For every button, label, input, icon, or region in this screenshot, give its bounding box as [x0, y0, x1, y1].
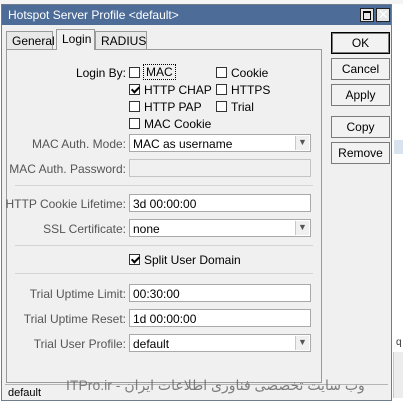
checkbox-trial-label[interactable]: Trial [231, 100, 254, 114]
hotspot-server-profile-dialog: Hotspot Server Profile <default> ✕ Gener… [1, 4, 392, 401]
login-by-label: Login By: [75, 66, 126, 80]
checkbox-cookie[interactable] [216, 67, 227, 78]
trial-uptime-reset-input[interactable]: 1d 00:00:00 [129, 309, 311, 327]
http-cookie-lifetime-input[interactable]: 3d 00:00:00 [129, 194, 311, 212]
tab-login[interactable]: Login [56, 29, 95, 50]
ok-button[interactable]: OK [331, 32, 390, 54]
checkbox-trial[interactable] [216, 101, 227, 112]
checkbox-split-user-domain[interactable] [129, 254, 140, 265]
checkbox-http-pap-label[interactable]: HTTP PAP [144, 100, 202, 114]
section-divider [15, 273, 313, 274]
cancel-button[interactable]: Cancel [331, 58, 390, 80]
status-text: default [8, 387, 42, 399]
maximize-button[interactable] [360, 8, 374, 22]
mac-auth-password-input[interactable] [129, 159, 311, 177]
background-selection-fragment [394, 140, 403, 154]
chevron-down-icon[interactable]: ▼ [295, 136, 309, 150]
checkbox-cookie-label[interactable]: Cookie [231, 66, 268, 80]
checkbox-mac-cookie-label[interactable]: MAC Cookie [144, 117, 211, 131]
checkbox-http-pap[interactable] [129, 101, 140, 112]
split-user-domain-label[interactable]: Split User Domain [144, 253, 241, 267]
ssl-certificate-label: SSL Certificate: [43, 222, 126, 236]
trial-user-profile-value: default [133, 337, 170, 351]
trial-user-profile-select[interactable]: default ▼ [129, 334, 311, 352]
close-icon: ✕ [378, 7, 389, 22]
trial-uptime-limit-input[interactable]: 00:30:00 [129, 284, 311, 302]
checkbox-mac-cookie[interactable] [129, 118, 140, 129]
checkbox-http-chap-label[interactable]: HTTP CHAP [144, 83, 212, 97]
login-tab-panel: Login By: MAC Cookie HTTP CHAP HTTPS HTT… [6, 49, 322, 383]
remove-button[interactable]: Remove [331, 142, 390, 164]
trial-uptime-limit-label: Trial Uptime Limit: [29, 287, 126, 301]
background-panel-fragment [393, 352, 403, 398]
tab-general[interactable]: General [6, 31, 55, 49]
apply-button[interactable]: Apply [331, 84, 390, 106]
window-title: Hotspot Server Profile <default> [8, 8, 179, 22]
tab-radius[interactable]: RADIUS [95, 31, 147, 49]
section-divider [15, 185, 313, 186]
trial-user-profile-label: Trial User Profile: [33, 337, 126, 351]
background-text-fragment: q [396, 337, 402, 348]
trial-uptime-reset-label: Trial Uptime Reset: [23, 312, 126, 326]
mac-auth-mode-label: MAC Auth. Mode: [31, 137, 126, 151]
close-button[interactable]: ✕ [376, 7, 390, 22]
ssl-certificate-select[interactable]: none ▼ [129, 219, 311, 237]
http-cookie-lifetime-label: HTTP Cookie Lifetime: [5, 197, 127, 211]
title-bar[interactable]: Hotspot Server Profile <default> ✕ [2, 5, 391, 25]
checkbox-https-label[interactable]: HTTPS [231, 83, 270, 97]
copy-button[interactable]: Copy [331, 116, 390, 138]
checkbox-http-chap[interactable] [129, 84, 140, 95]
checkbox-mac-label[interactable]: MAC [143, 64, 176, 80]
mac-auth-mode-value: MAC as username [133, 137, 233, 151]
mac-auth-password-label: MAC Auth. Password: [9, 162, 126, 176]
ssl-certificate-value: none [133, 222, 160, 236]
watermark: ITPro.ir - وب سایت تخصصی فناوری اطلاعات … [66, 377, 365, 393]
chevron-down-icon[interactable]: ▼ [295, 221, 309, 235]
chevron-down-icon[interactable]: ▼ [295, 336, 309, 350]
checkbox-mac[interactable] [129, 67, 140, 78]
mac-auth-mode-select[interactable]: MAC as username ▼ [129, 134, 311, 152]
checkbox-https[interactable] [216, 84, 227, 95]
section-divider [15, 245, 313, 246]
